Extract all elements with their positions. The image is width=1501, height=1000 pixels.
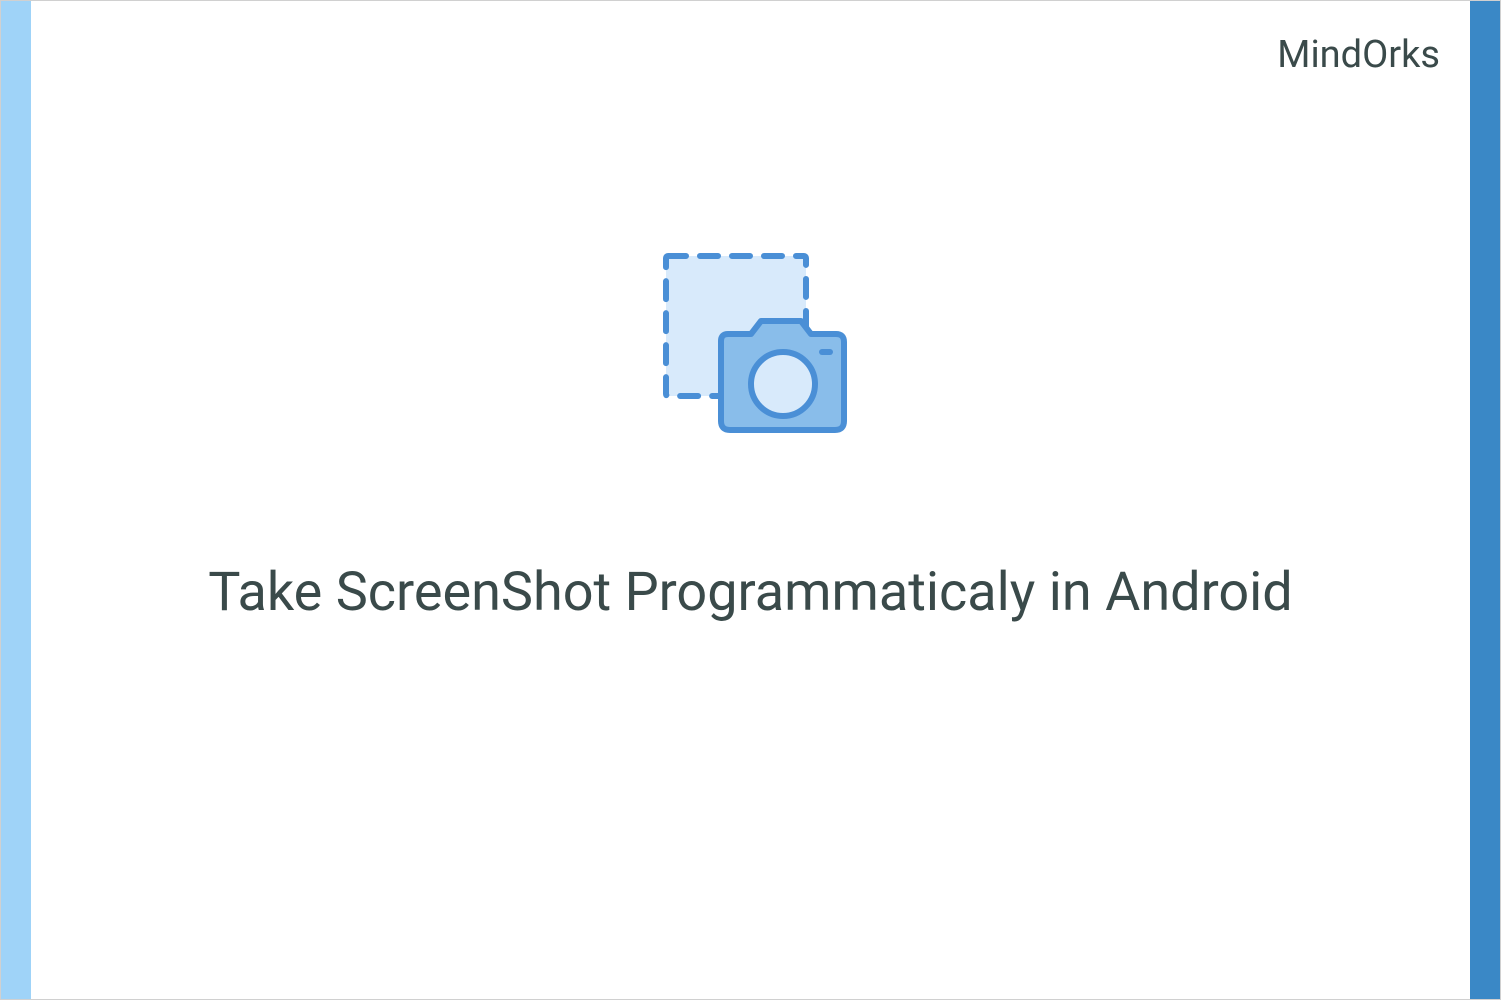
page-title: Take ScreenShot Programmaticaly in Andro…: [1, 561, 1500, 624]
brand-label: MindOrks: [1277, 33, 1440, 77]
banner-card: MindOrks Take ScreenShot Programmaticaly…: [0, 0, 1501, 1000]
screenshot-camera-icon: [626, 236, 876, 486]
left-accent-stripe: [1, 1, 31, 999]
right-accent-stripe: [1470, 1, 1500, 999]
